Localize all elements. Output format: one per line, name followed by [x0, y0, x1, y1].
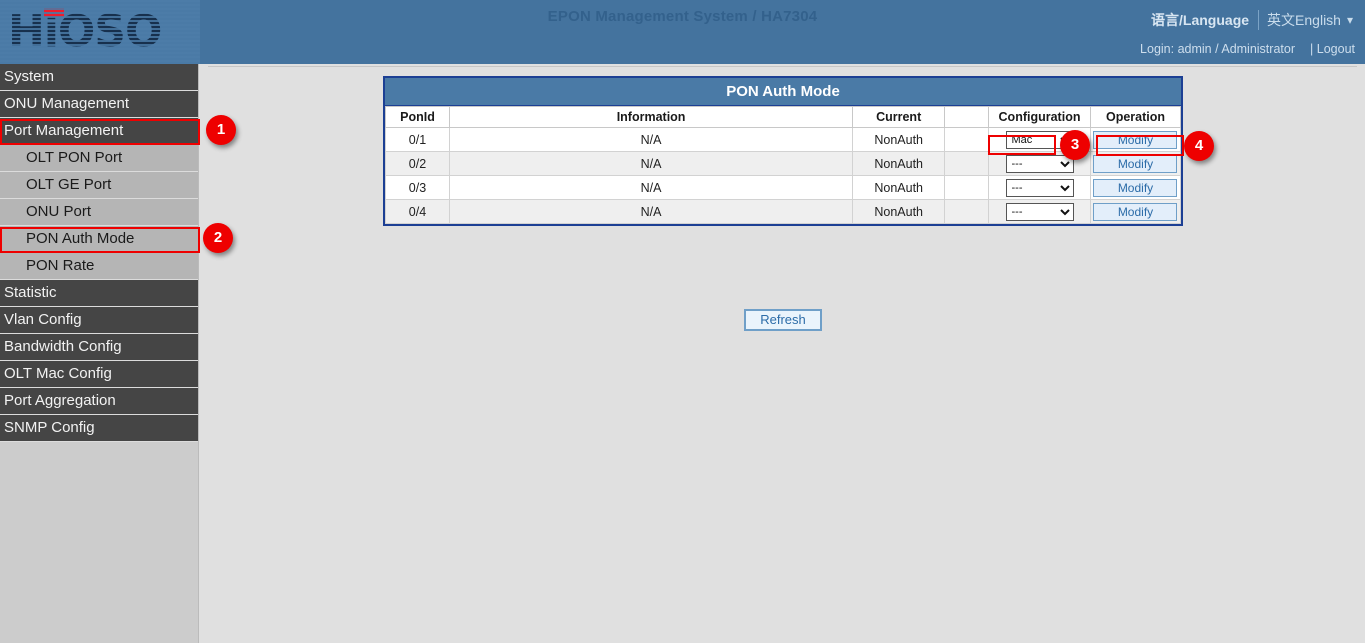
step-badge-3: 3 [1060, 130, 1090, 160]
sidebar-item-pon-rate[interactable]: PON Rate [0, 253, 198, 280]
modify-button-row-4[interactable]: Modify [1093, 203, 1177, 221]
cell-current: NonAuth [853, 128, 945, 152]
pon-auth-mode-table: PonId Information Current Configuration … [385, 106, 1181, 224]
panel-title: PON Auth Mode [385, 78, 1181, 106]
cell-information: N/A [449, 152, 852, 176]
column-header-ponid: PonId [386, 107, 450, 128]
config-select-row-3[interactable]: --- [1006, 179, 1074, 197]
step-badge-1: 1 [206, 115, 236, 145]
page-header: HiOSO EPON Management System / HA7304 语言… [0, 0, 1365, 64]
config-select-row-4[interactable]: --- [1006, 203, 1074, 221]
sidebar-item-system[interactable]: System [0, 64, 198, 91]
cell-operation: Modify [1090, 152, 1180, 176]
sidebar-item-onu-port[interactable]: ONU Port [0, 199, 198, 226]
cell-information: N/A [449, 200, 852, 224]
sidebar-item-port-aggregation[interactable]: Port Aggregation [0, 388, 198, 415]
sidebar-item-olt-pon-port[interactable]: OLT PON Port [0, 145, 198, 172]
column-header-spacer [945, 107, 989, 128]
step-badge-4: 4 [1184, 131, 1214, 161]
sidebar-nav: System ONU Management Port Management OL… [0, 64, 199, 643]
modify-button-row-1[interactable]: Modify [1093, 131, 1177, 149]
table-row: 0/2 N/A NonAuth --- Modify [386, 152, 1181, 176]
cell-ponid: 0/4 [386, 200, 450, 224]
chevron-down-icon[interactable]: ▾ [1347, 13, 1353, 27]
cell-spacer [945, 176, 989, 200]
cell-configuration: --- [989, 176, 1091, 200]
cell-information: N/A [449, 176, 852, 200]
sidebar-item-bandwidth-config[interactable]: Bandwidth Config [0, 334, 198, 361]
cell-ponid: 0/1 [386, 128, 450, 152]
sidebar-item-vlan-config[interactable]: Vlan Config [0, 307, 198, 334]
logout-link[interactable]: | Logout [1310, 42, 1355, 56]
sidebar-item-olt-ge-port[interactable]: OLT GE Port [0, 172, 198, 199]
cell-ponid: 0/2 [386, 152, 450, 176]
table-header-row: PonId Information Current Configuration … [386, 107, 1181, 128]
sidebar-item-statistic[interactable]: Statistic [0, 280, 198, 307]
config-select-row-2[interactable]: --- [1006, 155, 1074, 173]
login-info: Login: admin / Administrator [1140, 42, 1295, 56]
sidebar-item-onu-management[interactable]: ONU Management [0, 91, 198, 118]
language-current-value[interactable]: 英文English [1267, 10, 1341, 30]
column-header-current: Current [853, 107, 945, 128]
sidebar-item-port-management[interactable]: Port Management [0, 118, 198, 145]
cell-spacer [945, 128, 989, 152]
cell-current: NonAuth [853, 152, 945, 176]
language-divider [1258, 10, 1259, 30]
content-top-rule [208, 66, 1357, 67]
column-header-configuration: Configuration [989, 107, 1091, 128]
cell-operation: Modify [1090, 128, 1180, 152]
cell-spacer [945, 200, 989, 224]
table-row: 0/4 N/A NonAuth --- Modify [386, 200, 1181, 224]
refresh-button-wrapper: Refresh [383, 309, 1183, 331]
column-header-operation: Operation [1090, 107, 1180, 128]
cell-information: N/A [449, 128, 852, 152]
sidebar-item-snmp-config[interactable]: SNMP Config [0, 415, 198, 442]
cell-configuration: --- [989, 200, 1091, 224]
column-header-information: Information [449, 107, 852, 128]
modify-button-row-3[interactable]: Modify [1093, 179, 1177, 197]
cell-current: NonAuth [853, 176, 945, 200]
cell-spacer [945, 152, 989, 176]
cell-operation: Modify [1090, 200, 1180, 224]
language-selector[interactable]: 语言/Language 英文English ▾ [1151, 9, 1353, 31]
modify-button-row-2[interactable]: Modify [1093, 155, 1177, 173]
sidebar-item-pon-auth-mode[interactable]: PON Auth Mode [0, 226, 198, 253]
cell-ponid: 0/3 [386, 176, 450, 200]
language-label: 语言/Language [1151, 10, 1249, 30]
cell-operation: Modify [1090, 176, 1180, 200]
step-badge-2: 2 [203, 223, 233, 253]
refresh-button[interactable]: Refresh [744, 309, 822, 331]
cell-current: NonAuth [853, 200, 945, 224]
table-row: 0/3 N/A NonAuth --- Modify [386, 176, 1181, 200]
sidebar-item-olt-mac-config[interactable]: OLT Mac Config [0, 361, 198, 388]
